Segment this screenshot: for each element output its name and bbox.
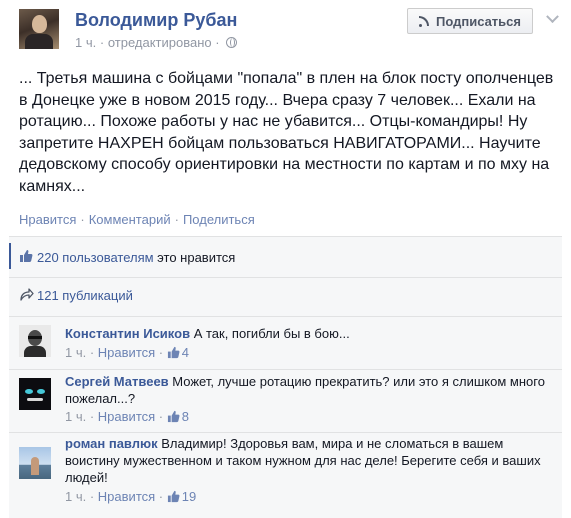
chevron-down-icon xyxy=(545,9,559,23)
edited-label[interactable]: отредактировано xyxy=(108,35,212,50)
commenter-avatar[interactable] xyxy=(19,325,51,357)
author-name[interactable]: Володимир Рубан xyxy=(75,10,237,31)
likes-row: 220 пользователям это нравится xyxy=(9,237,562,278)
comment-author[interactable]: Сергей Матвеев xyxy=(65,374,169,389)
subscribe-button[interactable]: Подписаться xyxy=(407,8,533,34)
facebook-post: Володимир Рубан 1 ч. · отредактировано ·… xyxy=(0,0,571,518)
comment-time[interactable]: 1 ч. xyxy=(65,345,86,360)
likes-summary: 220 пользователям это нравится xyxy=(37,250,236,265)
commenter-avatar[interactable] xyxy=(19,378,51,410)
shares-count-link[interactable]: 121 публикаций xyxy=(37,288,133,303)
rss-icon xyxy=(418,15,430,27)
comment-meta: 1 ч. · Нравится · 8 xyxy=(65,409,189,424)
comment-item: Константин Исиков А так, погибли бы в бо… xyxy=(9,317,562,370)
thumbs-up-icon xyxy=(167,490,180,503)
comment-author[interactable]: роман павлюк xyxy=(65,436,158,451)
globe-icon[interactable] xyxy=(226,37,238,48)
commenter-avatar[interactable] xyxy=(19,447,51,479)
likes-highlight-bar xyxy=(9,243,11,269)
comment-body: Константин Исиков А так, погибли бы в бо… xyxy=(65,325,547,342)
comment-like-link[interactable]: Нравится xyxy=(98,489,155,504)
share-link[interactable]: Поделиться xyxy=(183,212,255,227)
comment-item: роман павлюк Владимир! Здоровья вам, мир… xyxy=(9,433,562,518)
comment-like-count[interactable]: 8 xyxy=(182,409,189,424)
comment-body: Сергей Матвеев Может, лучше ротацию прек… xyxy=(65,373,547,407)
share-icon xyxy=(20,288,34,301)
comment-meta: 1 ч. · Нравится · 19 xyxy=(65,489,197,504)
comment-time[interactable]: 1 ч. xyxy=(65,409,86,424)
comment-meta: 1 ч. · Нравится · 4 xyxy=(65,345,189,360)
comment-item: Сергей Матвеев Может, лучше ротацию прек… xyxy=(9,370,562,433)
comment-like-count[interactable]: 19 xyxy=(182,489,196,504)
thumbs-up-icon xyxy=(167,410,180,423)
thumbs-up-icon xyxy=(167,346,180,359)
comment-body: роман павлюк Владимир! Здоровья вам, мир… xyxy=(65,435,547,486)
post-meta: 1 ч. · отредактировано · xyxy=(75,35,238,50)
likes-count-link[interactable]: 220 пользователям xyxy=(37,250,154,265)
feedback-section: 220 пользователям это нравится 121 публи… xyxy=(9,236,562,518)
comment-link[interactable]: Комментарий xyxy=(89,212,171,227)
thumbs-up-icon xyxy=(19,249,33,263)
like-link[interactable]: Нравится xyxy=(19,212,76,227)
comment-like-count[interactable]: 4 xyxy=(182,345,189,360)
comment-text: А так, погибли бы в бою... xyxy=(193,326,350,341)
post-actions: Нравится · Комментарий · Поделиться xyxy=(19,212,255,227)
comment-author[interactable]: Константин Исиков xyxy=(65,326,190,341)
post-time[interactable]: 1 ч. xyxy=(75,35,96,50)
comment-like-link[interactable]: Нравится xyxy=(98,409,155,424)
comment-like-link[interactable]: Нравится xyxy=(98,345,155,360)
comment-time[interactable]: 1 ч. xyxy=(65,489,86,504)
post-options-chevron[interactable] xyxy=(543,9,561,28)
post-text: ... Третья машина с бойцами "попала" в п… xyxy=(19,70,554,195)
author-avatar[interactable] xyxy=(19,9,59,49)
